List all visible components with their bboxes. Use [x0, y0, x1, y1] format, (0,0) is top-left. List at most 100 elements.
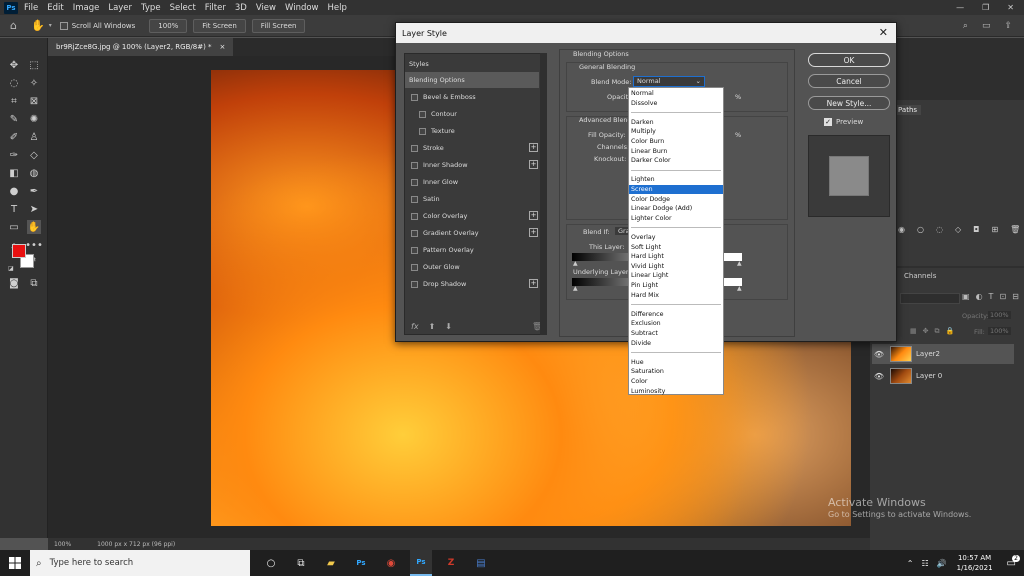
blend-option-lighter-color[interactable]: Lighter Color [629, 214, 723, 223]
style-gradient-overlay[interactable]: Gradient Overlay + [405, 225, 540, 241]
blend-option-darken[interactable]: Darken [629, 118, 723, 127]
minimize-icon[interactable]: — [956, 3, 964, 12]
style-pattern-overlay[interactable]: Pattern Overlay [405, 242, 540, 258]
blend-option-darker-color[interactable]: Darker Color [629, 156, 723, 165]
workspace-icon[interactable]: ▭ [982, 21, 991, 31]
blend-option-hard-mix[interactable]: Hard Mix [629, 291, 723, 300]
menu-filter[interactable]: Filter [205, 3, 226, 13]
style-stroke[interactable]: Stroke + [405, 140, 540, 156]
load-selection-icon[interactable]: ◌ [936, 225, 943, 234]
ok-button[interactable]: OK [808, 53, 890, 67]
fit-screen-button[interactable]: Fit Screen [193, 18, 246, 33]
blend-option-vivid-light[interactable]: Vivid Light [629, 262, 723, 271]
zoom-100-button[interactable]: 100% [149, 18, 188, 33]
move-tool-icon[interactable]: ✥ [7, 58, 21, 72]
healing-brush-tool-icon[interactable]: ✺ [27, 112, 41, 126]
lock-position-icon[interactable]: ✥ [923, 327, 929, 336]
notification-icon[interactable]: ▭ 2 [1007, 554, 1020, 569]
blend-option-pin-light[interactable]: Pin Light [629, 281, 723, 290]
fx-icon[interactable]: fx [411, 322, 419, 331]
eraser-tool-icon[interactable]: ◇ [27, 148, 41, 162]
style-checkbox[interactable] [411, 195, 418, 203]
blend-option-lighten[interactable]: Lighten [629, 175, 723, 184]
style-inner-shadow[interactable]: Inner Shadow + [405, 157, 540, 173]
photoshop-pinned-icon[interactable]: Ps [350, 550, 372, 576]
blur-tool-icon[interactable]: ◍ [27, 166, 41, 180]
blend-option-overlay[interactable]: Overlay [629, 233, 723, 242]
blend-option-soft-light[interactable]: Soft Light [629, 243, 723, 252]
clone-stamp-tool-icon[interactable]: ♙ [27, 130, 41, 144]
magic-wand-tool-icon[interactable]: ✧ [27, 76, 41, 90]
shape-filter-icon[interactable]: ⊡ [999, 292, 1006, 301]
opacity-field[interactable]: 100% [988, 311, 1011, 319]
quick-mask-icon[interactable]: ◙ [7, 276, 21, 290]
style-satin[interactable]: Satin [405, 191, 540, 207]
document-tab[interactable]: br9RjZce8G.jpg @ 100% (Layer2, RGB/8#) *… [48, 38, 234, 56]
fill-path-icon[interactable]: ◉ [898, 225, 905, 234]
make-path-icon[interactable]: ◇ [955, 225, 961, 234]
style-checkbox[interactable] [411, 263, 418, 271]
move-down-icon[interactable]: ⬇ [445, 322, 452, 331]
marquee-tool-icon[interactable]: ⬚ [27, 58, 41, 72]
frame-tool-icon[interactable]: ⊠ [27, 94, 41, 108]
eyedropper-tool-icon[interactable]: ✎ [7, 112, 21, 126]
style-inner-glow[interactable]: Inner Glow [405, 174, 540, 190]
blend-option-color-burn[interactable]: Color Burn [629, 137, 723, 146]
taskbar-search-box[interactable]: ⌕ Type here to search [30, 550, 250, 576]
preview-checkbox[interactable]: ✓ [824, 118, 832, 126]
style-checkbox[interactable] [419, 110, 426, 118]
blend-mode-select[interactable]: Normal ⌄ [633, 76, 705, 87]
add-color-overlay-plus-icon[interactable]: + [529, 211, 538, 220]
filezilla-icon[interactable]: Z [440, 550, 462, 576]
stroke-path-icon[interactable]: ○ [917, 225, 924, 234]
add-stroke-plus-icon[interactable]: + [529, 143, 538, 152]
blend-option-linear-dodge-add[interactable]: Linear Dodge (Add) [629, 204, 723, 213]
smart-filter-icon[interactable]: ⊟ [1012, 292, 1019, 301]
menu-layer[interactable]: Layer [108, 3, 132, 13]
fill-field[interactable]: 100% [988, 327, 1011, 335]
blend-option-exclusion[interactable]: Exclusion [629, 319, 723, 328]
adjustment-filter-icon[interactable]: ◐ [976, 292, 983, 301]
new-path-icon[interactable]: ⊞ [991, 225, 998, 234]
lock-artboard-icon[interactable]: ⧉ [935, 327, 940, 336]
style-blending-options[interactable]: Blending Options [405, 72, 539, 88]
style-checkbox[interactable] [411, 161, 418, 169]
lock-pixels-icon[interactable]: ▦ [910, 327, 917, 336]
add-mask-icon[interactable]: ◘ [973, 225, 979, 234]
network-icon[interactable]: ☷ [922, 559, 929, 568]
share-icon[interactable]: ⇪ [1004, 21, 1012, 31]
move-up-icon[interactable]: ⬆ [429, 322, 436, 331]
menu-window[interactable]: Window [285, 3, 319, 13]
status-zoom[interactable]: 100% [54, 541, 71, 548]
style-outer-glow[interactable]: Outer Glow [405, 259, 540, 275]
menu-edit[interactable]: Edit [47, 3, 63, 13]
menu-file[interactable]: File [24, 3, 38, 13]
type-tool-icon[interactable]: T [7, 202, 21, 216]
restore-icon[interactable]: ❐ [982, 3, 989, 12]
fill-screen-button[interactable]: Fill Screen [251, 18, 306, 33]
home-icon[interactable]: ⌂ [10, 19, 17, 32]
brush-tool-icon[interactable]: ✐ [7, 130, 21, 144]
blend-option-subtract[interactable]: Subtract [629, 329, 723, 338]
blend-option-normal[interactable]: Normal [629, 89, 723, 98]
lock-all-icon[interactable]: 🔒 [946, 327, 955, 336]
pen-tool-icon[interactable]: ✒ [27, 184, 41, 198]
close-window-icon[interactable]: ✕ [1007, 3, 1014, 12]
style-texture[interactable]: Texture [405, 123, 540, 139]
slider-handle-icon[interactable]: ▲ [573, 260, 578, 267]
chrome-icon[interactable]: ◉ [380, 550, 402, 576]
visibility-eye-icon[interactable]: 👁 [872, 372, 886, 381]
slider-handle-icon[interactable]: ▲ [737, 285, 742, 292]
style-drop-shadow[interactable]: Drop Shadow + [405, 276, 540, 292]
blend-option-dissolve[interactable]: Dissolve [629, 99, 723, 108]
slider-handle-icon[interactable]: ▲ [737, 260, 742, 267]
taskbar-clock[interactable]: 10:57 AM 1/16/2021 [957, 553, 993, 573]
file-explorer-icon[interactable]: ▰ [320, 550, 342, 576]
delete-path-icon[interactable]: 🗑 [1010, 225, 1020, 234]
layer-filter-select[interactable] [900, 293, 960, 304]
style-checkbox[interactable] [419, 127, 426, 135]
blend-option-linear-burn[interactable]: Linear Burn [629, 147, 723, 156]
dodge-tool-icon[interactable]: ● [7, 184, 21, 198]
add-gradient-overlay-plus-icon[interactable]: + [529, 228, 538, 237]
pixel-filter-icon[interactable]: ▣ [962, 292, 970, 301]
